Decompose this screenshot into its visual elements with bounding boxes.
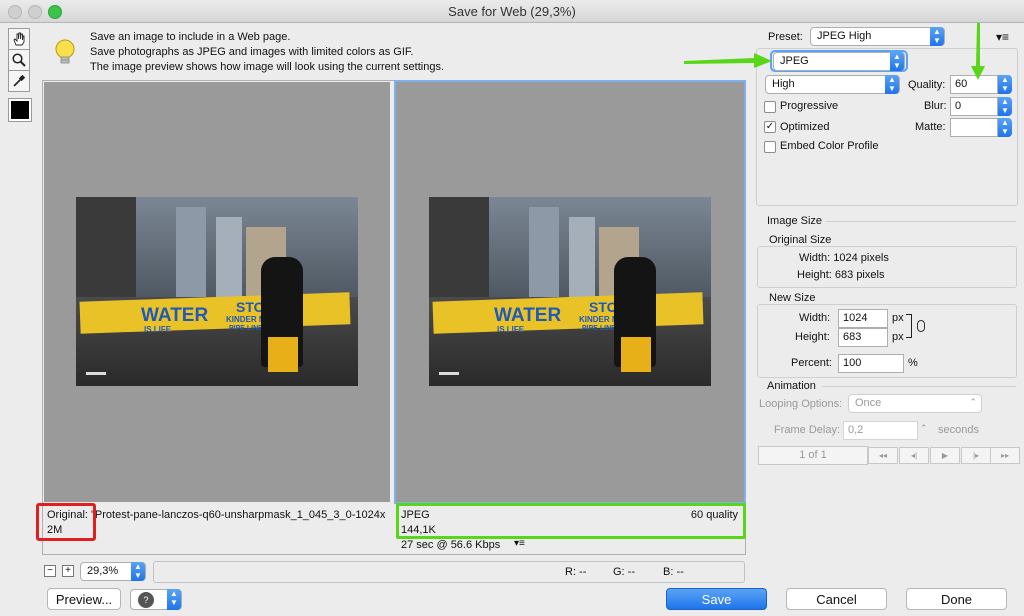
lightbulb-icon xyxy=(52,38,78,68)
optimized-preview-pane[interactable]: WATER IS LIFE STO KINDER MO PIPE LINE xyxy=(394,80,746,504)
banner-text-right3: PIPE LINE xyxy=(582,325,616,332)
hand-tool-icon[interactable] xyxy=(8,28,30,50)
frame-delay-stepper[interactable]: ⌃ xyxy=(920,423,928,434)
zoom-out-button[interactable]: − xyxy=(44,565,56,577)
height-unit: px xyxy=(892,331,904,343)
new-size-heading: New Size xyxy=(769,292,816,304)
frame-delay-input[interactable]: 0,2 xyxy=(843,421,918,440)
prev-frame-icon[interactable]: ◂| xyxy=(899,447,929,464)
eyedropper-color-swatch[interactable] xyxy=(8,98,32,122)
preview-button[interactable]: Preview... xyxy=(47,588,121,610)
info-line-2: Save photographs as JPEG and images with… xyxy=(90,46,414,58)
looping-select[interactable]: Once ⌃ xyxy=(848,394,982,413)
window-title: Save for Web (29,3%) xyxy=(448,4,576,19)
height-input[interactable]: 683 xyxy=(838,328,888,347)
optimized-image: WATER IS LIFE STO KINDER MO PIPE LINE xyxy=(429,197,711,386)
browser-preview-select[interactable]: ? ▲ ▼ xyxy=(130,589,182,610)
cancel-button[interactable]: Cancel xyxy=(786,588,887,610)
blue-value: B: -- xyxy=(663,566,684,578)
annotation-arrows xyxy=(684,23,985,80)
percent-sign: % xyxy=(908,357,918,369)
red-highlight-box xyxy=(36,503,96,541)
chevron-updown-icon: ▲ ▼ xyxy=(131,562,145,581)
original-preview-pane[interactable]: WATER IS LIFE STO KINDER MO PIPE LINE xyxy=(44,82,390,502)
frame-delay-value: 0,2 xyxy=(848,424,864,436)
width-value: 1024 xyxy=(843,312,868,324)
green-highlight-box xyxy=(396,503,746,539)
last-frame-icon[interactable]: ▸▸ xyxy=(990,447,1020,464)
percent-value: 100 xyxy=(843,357,862,369)
play-icon[interactable]: ▶ xyxy=(930,447,960,464)
frame-delay-label: Frame Delay: xyxy=(774,424,841,436)
frame-counter: 1 of 1 xyxy=(758,446,868,465)
download-speed-menu-icon[interactable]: ▾≡ xyxy=(514,538,525,549)
frame-delay-unit: seconds xyxy=(938,424,979,436)
looping-label: Looping Options: xyxy=(759,398,843,410)
green-value: G: -- xyxy=(613,566,635,578)
next-frame-icon[interactable]: |▸ xyxy=(961,447,991,464)
banner-text-right3: PIPE LINE xyxy=(229,325,263,332)
height-label: Height: xyxy=(795,331,830,343)
chain-link-icon[interactable] xyxy=(917,320,925,332)
zoom-in-button[interactable]: + xyxy=(62,565,74,577)
banner-text-main: WATER xyxy=(141,305,209,326)
save-button[interactable]: Save xyxy=(666,588,767,610)
original-image: WATER IS LIFE STO KINDER MO PIPE LINE xyxy=(76,197,358,386)
link-bracket xyxy=(906,314,912,338)
first-frame-icon[interactable]: ◂◂ xyxy=(868,447,898,464)
divider xyxy=(826,221,1016,222)
width-label: Width: xyxy=(799,312,831,324)
percent-input[interactable]: 100 xyxy=(838,354,904,373)
green-arrow-quality-icon xyxy=(971,23,985,80)
optimized-download-time: 27 sec @ 56.6 Kbps xyxy=(401,539,501,551)
chevron-updown-icon: ⌃ xyxy=(969,397,977,407)
zoom-tool-icon[interactable] xyxy=(8,49,30,71)
looping-value: Once xyxy=(855,397,882,409)
zoom-level-select[interactable]: 29,3% ▲ ▼ xyxy=(80,562,146,581)
browser-globe-icon: ? xyxy=(138,592,154,608)
banner-text-sub: IS LIFE xyxy=(144,325,172,334)
original-label: Original: "Protest-pane-lanczos-q60-unsh… xyxy=(47,509,386,521)
animation-heading: Animation xyxy=(767,380,816,392)
eyedropper-tool-icon[interactable] xyxy=(8,70,30,92)
image-size-heading: Image Size xyxy=(767,215,823,227)
original-height: Height: 683 pixels xyxy=(797,269,885,281)
green-arrow-format-icon xyxy=(684,53,772,68)
chevron-updown-icon: ▲ ▼ xyxy=(167,589,181,610)
width-input[interactable]: 1024 xyxy=(838,309,888,328)
height-value: 683 xyxy=(843,331,862,343)
original-size-heading: Original Size xyxy=(769,234,832,246)
banner-text-sub: IS LIFE xyxy=(497,325,525,334)
banner-text-main: WATER xyxy=(494,305,562,326)
zoom-level-value: 29,3% xyxy=(87,565,119,577)
percent-label: Percent: xyxy=(791,357,832,369)
pixel-info-bar: R: -- G: -- B: -- xyxy=(153,561,745,583)
info-line-3: The image preview shows how image will l… xyxy=(90,61,444,73)
red-value: R: -- xyxy=(565,566,587,578)
width-unit: px xyxy=(892,312,904,324)
info-line-1: Save an image to include in a Web page. xyxy=(90,31,291,43)
original-width: Width: 1024 pixels xyxy=(799,252,889,264)
done-button[interactable]: Done xyxy=(906,588,1007,610)
divider xyxy=(822,386,1016,387)
